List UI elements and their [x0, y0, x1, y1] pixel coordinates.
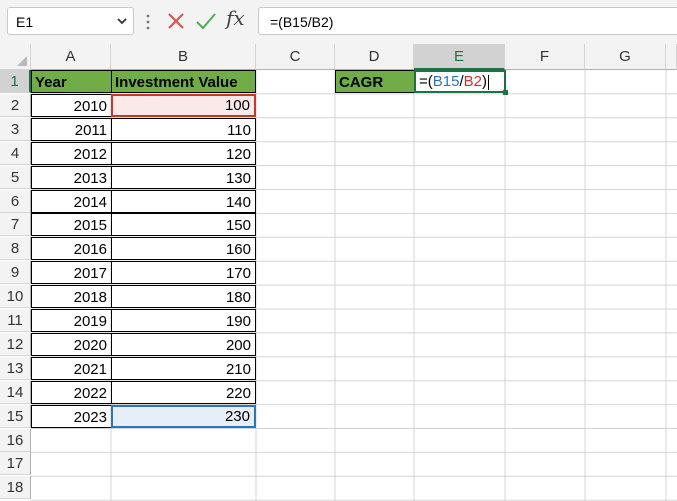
row-header-18[interactable]: 18 [0, 476, 31, 500]
header-year-cell[interactable]: Year [31, 70, 112, 93]
row-header-12[interactable]: 12 [0, 332, 31, 356]
formula-text: =(B15/B2) [270, 14, 334, 30]
row-header-3[interactable]: 3 [0, 117, 31, 141]
column-header-c[interactable]: C [256, 44, 335, 70]
row-header-17[interactable]: 17 [0, 452, 31, 476]
name-box[interactable]: E1 [7, 7, 134, 35]
cagr-formula-cell[interactable]: =(B15/B2) [414, 70, 506, 93]
value-cell[interactable]: 120 [111, 141, 256, 165]
formula-suffix: ) [482, 73, 487, 90]
year-cell[interactable]: 2016 [31, 237, 112, 261]
value-cell[interactable]: 140 [111, 189, 256, 213]
row-header-5[interactable]: 5 [0, 165, 31, 189]
value-cell-b2-referenced[interactable]: 100 [111, 93, 256, 117]
value-cell[interactable]: 170 [111, 261, 256, 285]
column-header-d[interactable]: D [335, 44, 414, 70]
formula-input[interactable]: =(B15/B2) [258, 7, 677, 35]
year-cell[interactable]: 2020 [31, 332, 112, 356]
formula-prefix: =( [419, 73, 433, 90]
cagr-label-cell[interactable]: CAGR [335, 70, 415, 93]
value-cell[interactable]: 180 [111, 285, 256, 309]
formula-ref-b2: B2 [463, 73, 482, 90]
value-cell[interactable]: 190 [111, 309, 256, 332]
text-cursor [488, 74, 489, 90]
year-cell[interactable]: 2019 [31, 309, 112, 332]
row-header-10[interactable]: 10 [0, 285, 31, 309]
value-cell-b15-referenced[interactable]: 230 [111, 404, 256, 428]
header-value-cell[interactable]: Investment Value [111, 70, 256, 93]
column-header-f[interactable]: F [505, 44, 585, 70]
select-all-triangle [17, 56, 27, 66]
insert-function-button[interactable]: fx [226, 6, 245, 30]
row-header-16[interactable]: 16 [0, 428, 31, 452]
enter-check-icon[interactable] [195, 11, 217, 31]
year-cell[interactable]: 2018 [31, 285, 112, 309]
row-header-11[interactable]: 11 [0, 309, 31, 332]
more-options-icon[interactable] [146, 13, 150, 31]
year-cell[interactable]: 2012 [31, 141, 112, 165]
fill-handle[interactable] [503, 90, 508, 95]
year-cell[interactable]: 2014 [31, 189, 112, 213]
year-cell[interactable]: 2015 [31, 213, 112, 237]
value-cell[interactable]: 150 [111, 213, 256, 237]
formula-bar: E1 fx =(B15/B2) [0, 0, 677, 44]
row-header-1[interactable]: 1 [0, 70, 31, 93]
value-cell[interactable]: 210 [111, 356, 256, 380]
year-cell[interactable]: 2023 [31, 404, 112, 428]
year-cell[interactable]: 2021 [31, 356, 112, 380]
column-header-g[interactable]: G [585, 44, 666, 70]
year-cell[interactable]: 2022 [31, 380, 112, 404]
row-header-9[interactable]: 9 [0, 261, 31, 285]
row-header-4[interactable]: 4 [0, 141, 31, 165]
column-header-a[interactable]: A [31, 44, 111, 70]
column-header-e[interactable]: E [414, 44, 505, 70]
year-cell[interactable]: 2017 [31, 261, 112, 285]
formula-ref-b15: B15 [432, 73, 460, 90]
row-header-6[interactable]: 6 [0, 189, 31, 213]
value-cell[interactable]: 130 [111, 165, 256, 189]
year-cell[interactable]: 2013 [31, 165, 112, 189]
year-cell[interactable]: 2010 [31, 93, 112, 117]
column-header-h-partial[interactable] [666, 44, 677, 70]
column-header-b[interactable]: B [111, 44, 256, 70]
value-cell[interactable]: 110 [111, 117, 256, 141]
cancel-icon[interactable] [166, 11, 186, 31]
chevron-down-icon[interactable] [116, 15, 128, 27]
year-cell[interactable]: 2011 [31, 117, 112, 141]
row-header-8[interactable]: 8 [0, 237, 31, 261]
value-cell[interactable]: 220 [111, 380, 256, 404]
value-cell[interactable]: 160 [111, 237, 256, 261]
row-header-14[interactable]: 14 [0, 380, 31, 404]
row-header-13[interactable]: 13 [0, 356, 31, 380]
select-all-button[interactable] [0, 44, 31, 70]
row-header-7[interactable]: 7 [0, 213, 31, 237]
value-cell[interactable]: 200 [111, 332, 256, 356]
row-header-2[interactable]: 2 [0, 93, 31, 117]
row-header-15[interactable]: 15 [0, 404, 31, 428]
name-box-value: E1 [16, 14, 34, 30]
